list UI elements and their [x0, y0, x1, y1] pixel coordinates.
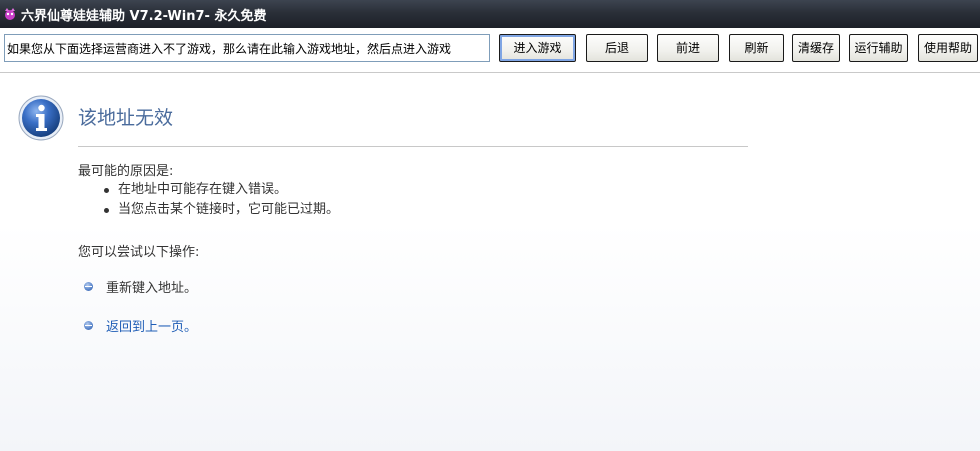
retype-address-item: 重新键入地址。 — [84, 277, 197, 296]
title-bar[interactable]: 六界仙尊娃娃辅助 V7.2-Win7- 永久免费 — [0, 0, 980, 28]
reason-text: 在地址中可能存在键入错误。 — [118, 182, 288, 197]
go-back-link[interactable]: 返回到上一页。 — [106, 316, 197, 335]
error-title: 该地址无效 — [78, 107, 174, 129]
run-helper-button[interactable]: 运行辅助 — [849, 34, 908, 62]
info-icon — [18, 95, 64, 141]
list-item: 在地址中可能存在键入错误。 — [100, 180, 339, 200]
go-back-item[interactable]: 返回到上一页。 — [84, 316, 197, 335]
back-button[interactable]: 后退 — [586, 34, 648, 62]
retype-address-text: 重新键入地址。 — [106, 281, 198, 296]
enter-game-button[interactable]: 进入游戏 — [499, 34, 576, 62]
bullet-icon — [104, 208, 109, 213]
help-button[interactable]: 使用帮助 — [918, 34, 978, 62]
address-input[interactable] — [4, 34, 490, 62]
bullet-icon — [84, 321, 93, 330]
reason-list: 在地址中可能存在键入错误。 当您点击某个链接时，它可能已过期。 — [100, 180, 339, 220]
title-divider — [78, 146, 748, 147]
app-logo-icon — [5, 8, 15, 20]
browser-content: 该地址无效 最可能的原因是: 在地址中可能存在键入错误。 当您点击某个链接时，它… — [0, 73, 980, 451]
bullet-icon — [104, 188, 109, 193]
bullet-icon — [84, 282, 93, 291]
reason-text: 当您点击某个链接时，它可能已过期。 — [118, 202, 340, 217]
refresh-button[interactable]: 刷新 — [729, 34, 784, 62]
app-window: 六界仙尊娃娃辅助 V7.2-Win7- 永久免费 进入游戏 后退 前进 刷新 清… — [0, 0, 980, 451]
try-heading: 您可以尝试以下操作: — [78, 245, 200, 260]
clear-cache-button[interactable]: 清缓存 — [792, 34, 840, 62]
window-title: 六界仙尊娃娃辅助 V7.2-Win7- 永久免费 — [21, 8, 267, 24]
list-item: 当您点击某个链接时，它可能已过期。 — [100, 200, 339, 220]
forward-button[interactable]: 前进 — [657, 34, 719, 62]
toolbar: 进入游戏 后退 前进 刷新 清缓存 运行辅助 使用帮助 — [0, 28, 980, 72]
reason-heading: 最可能的原因是: — [78, 164, 174, 179]
